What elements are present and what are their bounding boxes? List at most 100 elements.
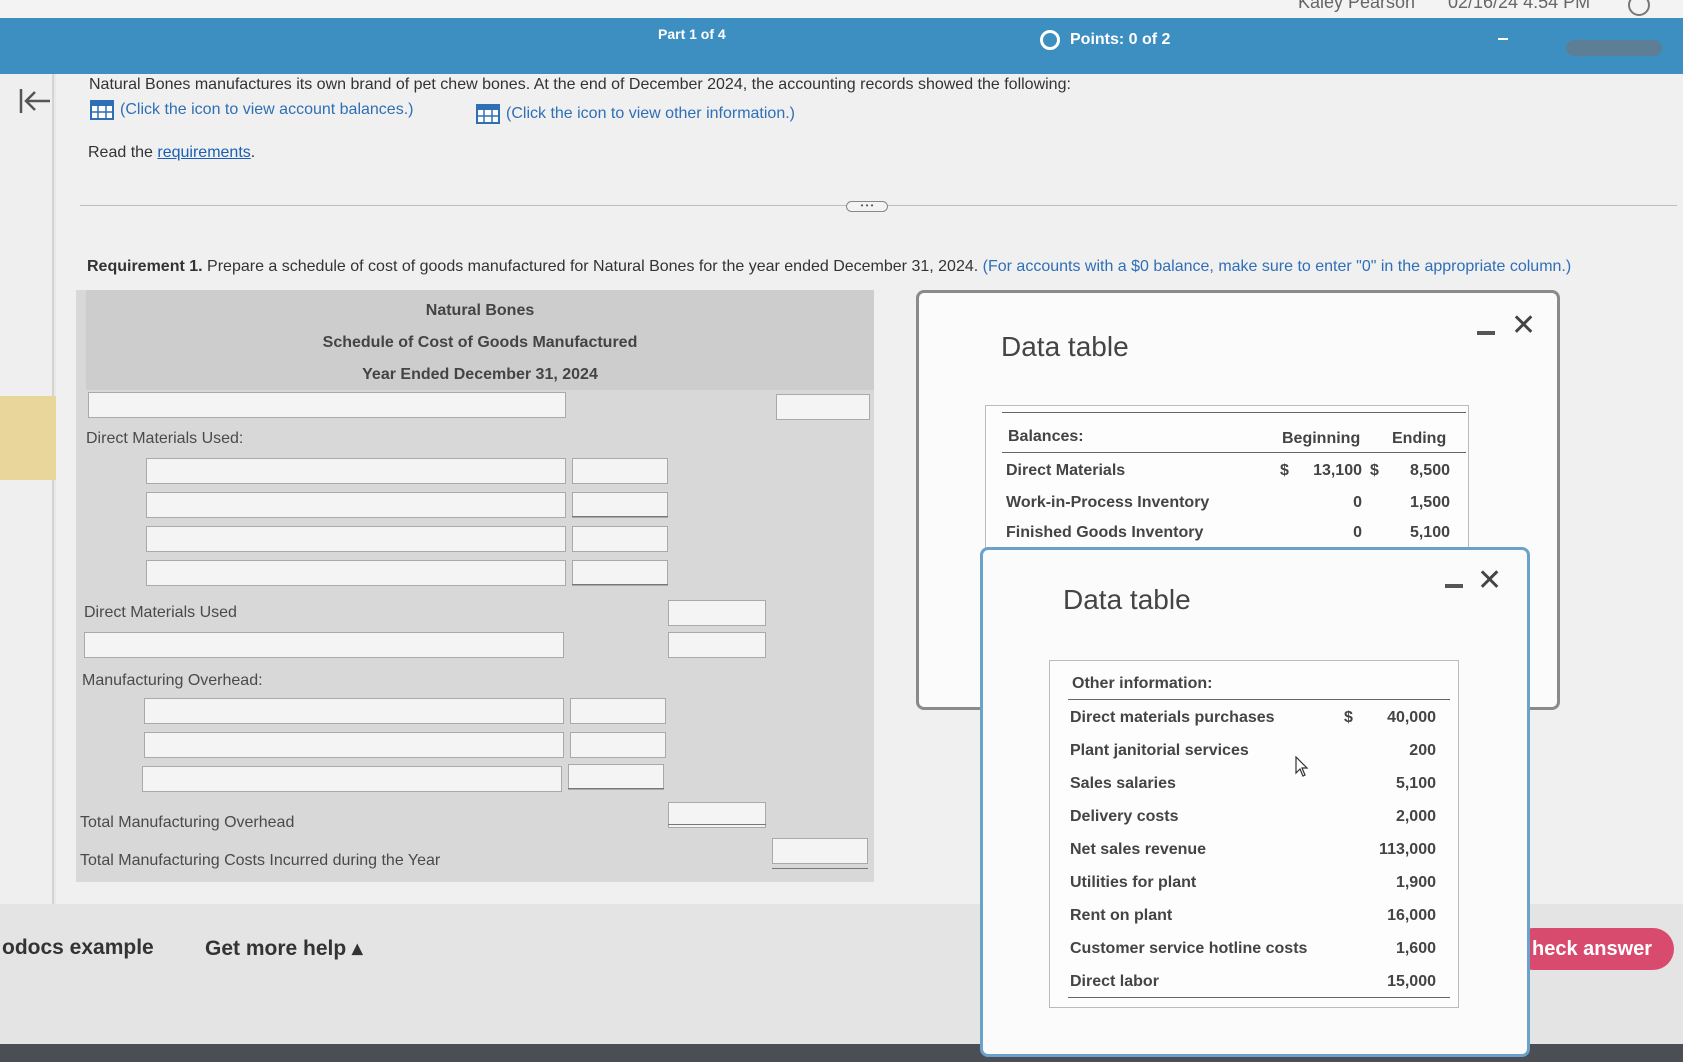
data-table-title: Data table	[1063, 584, 1191, 615]
info-row-label: Delivery costs	[1070, 808, 1179, 825]
balance-row-label: Finished Goods Inventory	[1006, 524, 1204, 541]
mo-amount-input[interactable]	[568, 764, 664, 790]
points-indicator: Points: 0 of 2	[1040, 30, 1170, 50]
info-row-value: 1,600	[1395, 940, 1436, 957]
mouse-cursor-icon	[1295, 756, 1309, 777]
info-row-label: Rent on plant	[1070, 907, 1173, 924]
schedule-title: Schedule of Cost of Goods Manufactured	[322, 334, 638, 351]
datetime: 02/16/24 4:54 PM	[1448, 0, 1591, 12]
info-row-label: Net sales revenue	[1070, 841, 1207, 858]
dm-amount-input[interactable]	[572, 560, 668, 586]
info-row-label: Plant janitorial services	[1070, 742, 1249, 759]
dm-amount-input[interactable]	[572, 458, 668, 484]
dash-icon	[1498, 38, 1508, 40]
direct-labor-select[interactable]	[84, 632, 564, 658]
minimize-icon[interactable]	[1445, 584, 1463, 588]
table-icon	[90, 100, 114, 120]
direct-labor-input[interactable]	[668, 632, 766, 658]
info-row-value: 15,000	[1387, 973, 1436, 990]
info-row-value: 113,000	[1379, 841, 1436, 858]
requirement-text: Requirement 1. Prepare a schedule of cos…	[87, 258, 1571, 276]
worksheet-header: Natural Bones Schedule of Cost of Goods …	[86, 290, 874, 390]
mo-total-label: Total Manufacturing Overhead	[80, 814, 295, 831]
read-suffix: .	[250, 144, 256, 161]
dm-amount-input[interactable]	[572, 526, 668, 552]
info-row-value: 1,900	[1395, 874, 1436, 891]
table-top-rule	[1002, 412, 1466, 413]
example-link[interactable]: odocs example	[2, 936, 154, 960]
cogm-worksheet: Natural Bones Schedule of Cost of Goods …	[76, 290, 874, 882]
mo-line-select[interactable]	[142, 766, 562, 792]
other-info-header: Other information:	[1072, 675, 1213, 692]
expand-handle-button[interactable]: • • •	[846, 201, 888, 212]
nav-pill-button[interactable]	[1566, 40, 1662, 56]
part-indicator: Part 1 of 4	[658, 26, 726, 42]
balances-table: Balances: Beginning Ending Direct Materi…	[985, 405, 1469, 555]
total-costs-label: Total Manufacturing Costs Incurred durin…	[80, 852, 441, 869]
header-rule	[1068, 699, 1450, 700]
dm-line-select[interactable]	[146, 492, 566, 518]
mo-amount-input[interactable]	[570, 732, 666, 758]
account-balances-label: (Click the icon to view account balances…	[120, 101, 414, 118]
table-bottom-rule	[1068, 997, 1450, 998]
ending-value: 1,500	[1409, 494, 1450, 511]
dm-amount-input[interactable]	[572, 492, 668, 518]
other-information-label: (Click the icon to view other informatio…	[506, 105, 795, 122]
line-item-select[interactable]	[88, 392, 566, 418]
subtotal-underline	[572, 584, 668, 585]
progress-circle-icon	[1040, 30, 1060, 50]
left-rail	[0, 74, 54, 904]
mo-amount-input[interactable]	[570, 698, 666, 724]
mo-line-select[interactable]	[144, 698, 564, 724]
info-row-value: 16,000	[1387, 907, 1436, 924]
user-name: Kaley Pearson	[1298, 0, 1416, 12]
ending-value: 5,100	[1409, 524, 1450, 541]
dm-line-select[interactable]	[146, 560, 566, 586]
info-row-value: 2,000	[1395, 808, 1436, 825]
mo-line-select[interactable]	[144, 732, 564, 758]
total-underline	[772, 868, 868, 869]
read-requirements: Read the requirements.	[88, 144, 255, 162]
subtotal-underline	[572, 516, 668, 517]
collapse-back-icon[interactable]	[18, 86, 52, 116]
account-balances-link[interactable]: (Click the icon to view account balances…	[90, 100, 413, 120]
currency-symbol: $	[1370, 462, 1379, 479]
dm-used-header: Direct Materials Used:	[86, 430, 244, 447]
side-tab[interactable]	[0, 396, 62, 480]
subtotal-underline	[568, 788, 664, 789]
top-bar: Part 1 of 4 Points: 0 of 2	[0, 18, 1683, 74]
close-icon[interactable]: ✕	[1511, 311, 1536, 341]
currency-symbol: $	[1280, 462, 1289, 479]
close-icon[interactable]: ✕	[1477, 566, 1502, 596]
amount-input[interactable]	[776, 394, 870, 420]
minimize-icon[interactable]	[1477, 331, 1495, 335]
data-table-title: Data table	[1001, 331, 1129, 362]
info-row-label: Utilities for plant	[1070, 874, 1197, 891]
beginning-value: 0	[1353, 524, 1362, 541]
dm-used-total-input[interactable]	[668, 600, 766, 626]
header-rule	[1002, 452, 1466, 453]
get-more-help-button[interactable]: Get more help ▴	[205, 936, 363, 961]
dm-line-select[interactable]	[146, 526, 566, 552]
requirement-instruction: Prepare a schedule of cost of goods manu…	[207, 258, 979, 275]
check-answer-button[interactable]: heck answer	[1512, 928, 1674, 970]
info-row-label: Sales salaries	[1070, 775, 1176, 792]
top-strip	[0, 0, 1683, 20]
other-information-link[interactable]: (Click the icon to view other informatio…	[476, 104, 795, 124]
info-row-value: 5,100	[1395, 775, 1436, 792]
intro-text: Natural Bones manufactures its own brand…	[89, 76, 1071, 93]
requirements-link[interactable]: requirements	[157, 144, 250, 161]
requirement-note: (For accounts with a $0 balance, make su…	[982, 258, 1572, 275]
beginning-value: 0	[1353, 494, 1362, 511]
total-underline	[668, 824, 766, 825]
dm-used-total-label: Direct Materials Used	[84, 604, 237, 621]
requirement-label: Requirement 1.	[87, 258, 203, 275]
currency-symbol: $	[1344, 709, 1353, 726]
ending-header: Ending	[1392, 430, 1447, 447]
total-costs-input[interactable]	[772, 838, 868, 864]
schedule-period: Year Ended December 31, 2024	[362, 366, 598, 383]
company-name: Natural Bones	[425, 302, 535, 319]
dm-line-select[interactable]	[146, 458, 566, 484]
beginning-value: 13,100	[1313, 462, 1362, 479]
data-table-window-other-info: Data table ✕ Other information: Direct m…	[980, 547, 1530, 1057]
